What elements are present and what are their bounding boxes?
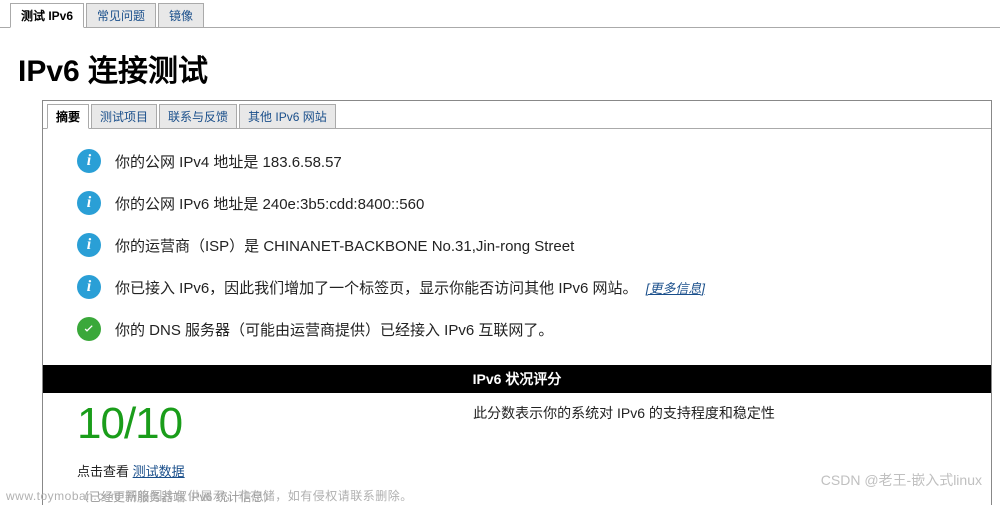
tab-test-ipv6[interactable]: 测试 IPv6 [10, 3, 84, 28]
info-icon: i [77, 233, 101, 257]
summary-row: 你的 DNS 服务器（可能由运营商提供）已经接入 IPv6 互联网了。 [77, 311, 981, 347]
content-box: 摘要 测试项目 联系与反馈 其他 IPv6 网站 i 你的公网 IPv4 地址是… [42, 100, 992, 505]
info-icon: i [77, 149, 101, 173]
score-header: IPv6 状况评分 [43, 365, 991, 393]
summary-row: i 你的公网 IPv6 地址是 240e:3b5:cdd:8400::560 [77, 185, 981, 221]
info-icon: i [77, 275, 101, 299]
watermark-right: CSDN @老王-嵌入式linux [821, 470, 982, 490]
top-tabs: 测试 IPv6 常见问题 镜像 [0, 0, 1000, 28]
score-value: 10/10 [77, 399, 227, 449]
tab-faq[interactable]: 常见问题 [86, 3, 156, 28]
summary-text: 你已接入 IPv6，因此我们增加了一个标签页，显示你能否访问其他 IPv6 网站… [115, 277, 705, 298]
click-view-prefix: 点击查看 [77, 464, 133, 479]
sub-tabs: 摘要 测试项目 联系与反馈 其他 IPv6 网站 [43, 101, 991, 129]
watermark-left: www.toymoban.com 网络图片仅供展示，非存储，如有侵权请联系删除。 [6, 487, 413, 504]
summary-text: 你的公网 IPv6 地址是 240e:3b5:cdd:8400::560 [115, 193, 424, 214]
check-icon [77, 317, 101, 341]
summary-text: 你的运营商（ISP）是 CHINANET-BACKBONE No.31,Jin-… [115, 235, 574, 256]
summary-list: i 你的公网 IPv4 地址是 183.6.58.57 i 你的公网 IPv6 … [43, 129, 991, 359]
test-data-link[interactable]: 测试数据 [133, 464, 185, 479]
score-description: 此分数表示你的系统对 IPv6 的支持程度和稳定性 [267, 399, 981, 449]
summary-row: i 你的运营商（ISP）是 CHINANET-BACKBONE No.31,Ji… [77, 227, 981, 263]
page-title: IPv6 连接测试 [18, 46, 1000, 90]
subtab-summary[interactable]: 摘要 [47, 104, 89, 129]
more-info-link[interactable]: [更多信息] [646, 281, 705, 296]
subtab-contact[interactable]: 联系与反馈 [159, 104, 237, 129]
subtab-other-sites[interactable]: 其他 IPv6 网站 [239, 104, 336, 129]
score-area: 10/10 此分数表示你的系统对 IPv6 的支持程度和稳定性 [43, 393, 991, 451]
info-icon: i [77, 191, 101, 215]
summary-text: 你的公网 IPv4 地址是 183.6.58.57 [115, 151, 342, 172]
summary-row: i 你已接入 IPv6，因此我们增加了一个标签页，显示你能否访问其他 IPv6 … [77, 269, 981, 305]
summary-text: 你的 DNS 服务器（可能由运营商提供）已经接入 IPv6 互联网了。 [115, 319, 553, 340]
summary-row: i 你的公网 IPv4 地址是 183.6.58.57 [77, 143, 981, 179]
tab-mirror[interactable]: 镜像 [158, 3, 204, 28]
subtab-tests[interactable]: 测试项目 [91, 104, 157, 129]
